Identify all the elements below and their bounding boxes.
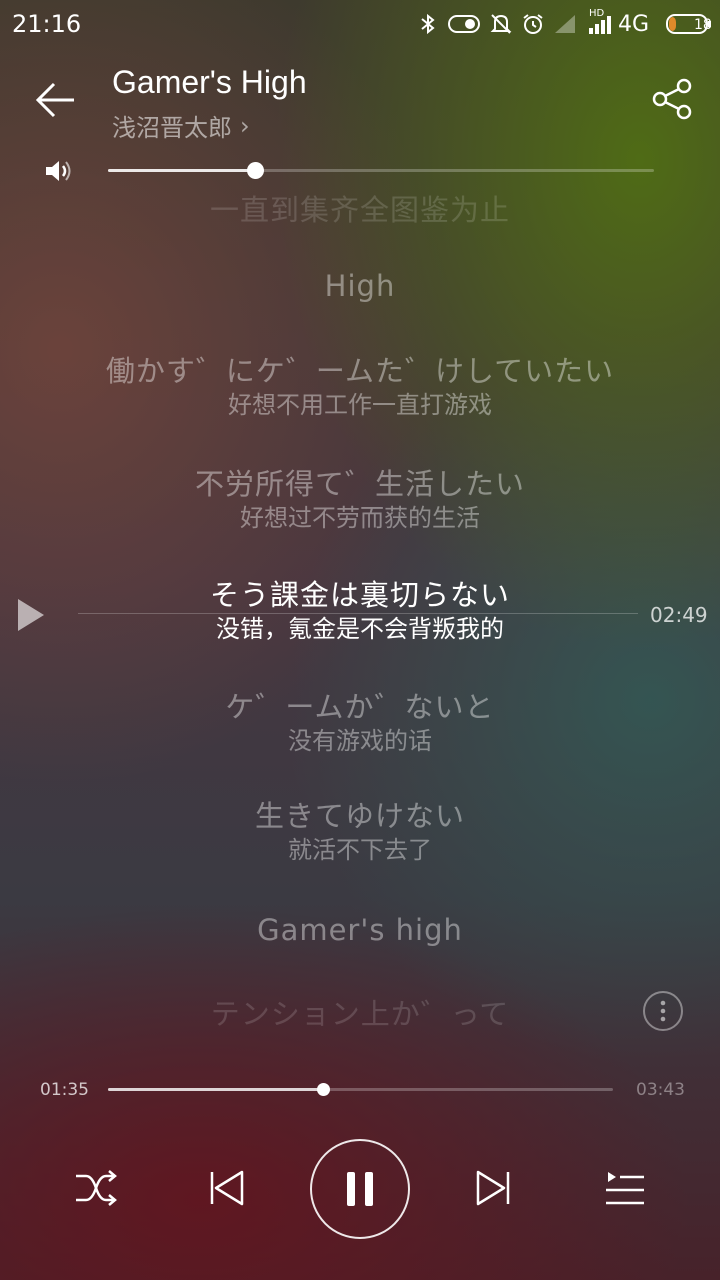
lyric-translation: 没错，氪金是不会背叛我的	[216, 615, 504, 643]
status-bar: 21:16 HD 4G 18	[0, 0, 720, 50]
lyric-original: 働かす゛にケ゛ームた゛けしていたい	[105, 354, 615, 388]
artist-name: 浅沼晋太郎	[112, 114, 232, 142]
play-icon	[18, 599, 44, 631]
lyric-line-current: そう課金は裏切らない 没错，氪金是不会背叛我的	[0, 577, 720, 645]
seek-time: 02:49	[650, 603, 708, 627]
artist-link[interactable]: 浅沼晋太郎 ›	[112, 108, 250, 143]
seek-play-button[interactable]	[14, 596, 48, 634]
volume-thumb[interactable]	[247, 162, 265, 179]
battery-level: 18	[694, 17, 712, 33]
playlist-button[interactable]	[600, 1166, 648, 1210]
status-time: 21:16	[12, 10, 82, 38]
hd-label: HD	[589, 8, 605, 19]
more-vertical-icon	[660, 1000, 666, 1022]
time-current: 01:35	[40, 1080, 89, 1100]
lyric-seek-line	[78, 613, 638, 614]
lyric-original: 一直到集齐全图鉴为止	[209, 193, 510, 227]
playlist-icon	[606, 1172, 644, 1205]
pause-button[interactable]	[310, 1139, 410, 1239]
more-button[interactable]	[643, 991, 683, 1031]
volume-fill	[108, 169, 256, 172]
lyric-original: そう課金は裏切らない	[209, 578, 510, 612]
lyrics-view[interactable]: 一直到集齐全图鉴为止 High 働かす゛にケ゛ームた゛けしていたい 好想不用工作…	[0, 190, 720, 1050]
lyric-original: ケ゛ームか゛ないと	[225, 690, 495, 724]
shuffle-icon	[76, 1170, 117, 1206]
shuffle-button[interactable]	[70, 1166, 122, 1210]
song-title: Gamer's High	[112, 64, 307, 100]
lyric-line: テンション上か゛って	[0, 996, 720, 1032]
progress-fill	[108, 1088, 324, 1091]
lyric-original: テンション上か゛って	[210, 997, 510, 1031]
share-icon	[652, 78, 692, 120]
lyric-line: 一直到集齐全图鉴为止	[0, 192, 720, 228]
progress-thumb[interactable]	[317, 1083, 331, 1096]
lyric-original: High	[324, 269, 396, 303]
lyric-translation: 好想不用工作一直打游戏	[228, 391, 492, 419]
mute-icon	[488, 10, 514, 38]
signal-icon	[552, 10, 580, 38]
lyric-line: 不労所得て゛生活したい 好想过不劳而获的生活	[0, 466, 720, 534]
lyric-original: Gamer's high	[257, 913, 463, 947]
lyric-translation: 没有游戏的话	[288, 727, 432, 755]
toggle-icon	[447, 10, 481, 38]
lyric-line: 生きてゆけない 就活不下去了	[0, 798, 720, 866]
chevron-right-icon: ›	[240, 111, 250, 140]
back-button[interactable]	[30, 78, 82, 122]
skip-previous-icon	[210, 1170, 244, 1206]
skip-next-icon	[476, 1170, 510, 1206]
lyric-line: Gamer's high	[0, 912, 720, 948]
lyric-original: 生きてゆけない	[254, 799, 465, 833]
network-type: 4G	[618, 12, 650, 37]
share-button[interactable]	[650, 76, 696, 122]
next-button[interactable]	[472, 1166, 516, 1210]
alarm-icon	[520, 10, 546, 38]
lyric-translation: 就活不下去了	[288, 836, 432, 864]
lyric-translation: 好想过不劳而获的生活	[240, 504, 480, 532]
previous-button[interactable]	[204, 1166, 248, 1210]
bluetooth-icon	[416, 10, 440, 38]
lyric-line: High	[0, 268, 720, 304]
lyric-line: ケ゛ームか゛ないと 没有游戏的话	[0, 689, 720, 757]
pause-icon	[347, 1172, 373, 1206]
arrow-left-icon	[35, 82, 74, 118]
time-total: 03:43	[636, 1080, 685, 1100]
volume-slider[interactable]	[108, 162, 654, 179]
lyric-original: 不労所得て゛生活したい	[194, 467, 525, 501]
progress-slider[interactable]	[108, 1083, 613, 1096]
volume-icon[interactable]	[44, 157, 74, 185]
lyric-line: 働かす゛にケ゛ームた゛けしていたい 好想不用工作一直打游戏	[0, 353, 720, 421]
